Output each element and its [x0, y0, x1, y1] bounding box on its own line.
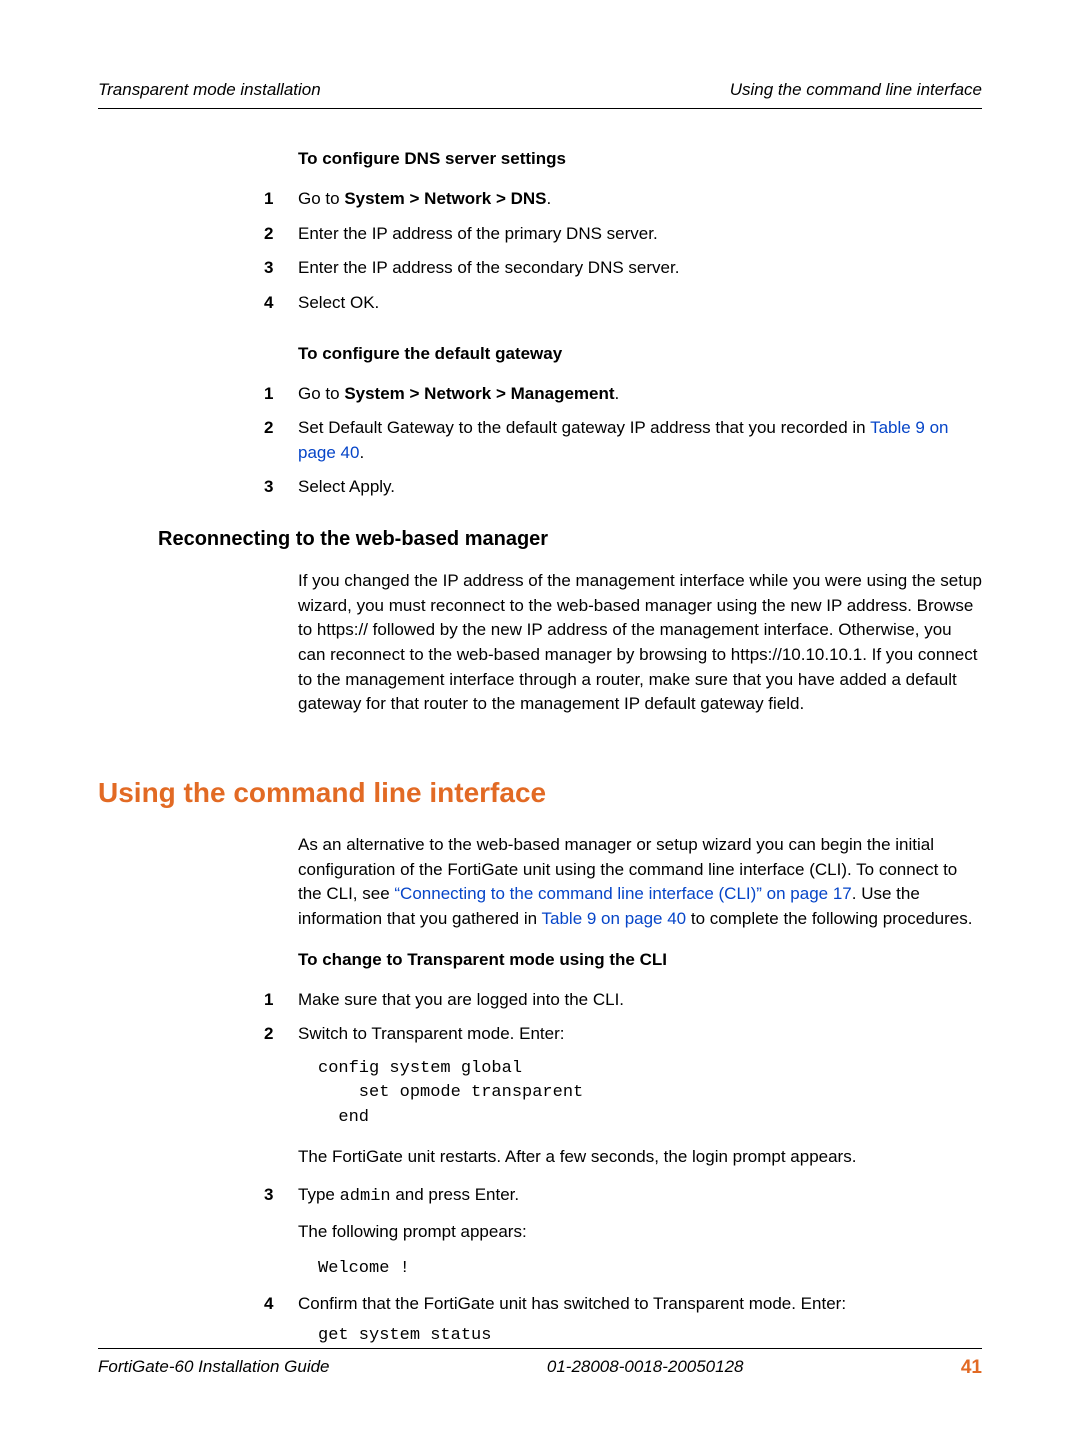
- step-number: 2: [264, 222, 298, 247]
- text-fragment: Go to: [298, 189, 344, 208]
- code-block: config system global set opmode transpar…: [318, 1057, 982, 1131]
- gateway-step-1: 1 Go to System > Network > Management.: [298, 382, 982, 407]
- page: Transparent mode installation Using the …: [0, 0, 1080, 1429]
- cli-step-1: 1 Make sure that you are logged into the…: [298, 988, 982, 1013]
- gateway-step-2: 2 Set Default Gateway to the default gat…: [298, 416, 982, 465]
- step-number: 3: [264, 256, 298, 281]
- text-fragment: to complete the following procedures.: [686, 909, 972, 928]
- step-text: Select OK.: [298, 291, 982, 316]
- step-number: 1: [264, 988, 298, 1013]
- dns-step-2: 2 Enter the IP address of the primary DN…: [298, 222, 982, 247]
- step-number: 1: [264, 382, 298, 407]
- cli-step-2: 2 Switch to Transparent mode. Enter:: [298, 1022, 982, 1047]
- step-text: Enter the IP address of the primary DNS …: [298, 222, 982, 247]
- cli-steps-4: 4 Confirm that the FortiGate unit has sw…: [298, 1292, 982, 1317]
- cli-step-4: 4 Confirm that the FortiGate unit has sw…: [298, 1292, 982, 1317]
- menu-path: System > Network > DNS: [344, 189, 546, 208]
- step-text: Go to System > Network > DNS.: [298, 187, 982, 212]
- reconnect-body: If you changed the IP address of the man…: [298, 569, 982, 717]
- cli-intro: As an alternative to the web-based manag…: [298, 833, 982, 932]
- cli-steps-3: 3 Type admin and press Enter.: [298, 1183, 982, 1210]
- text-fragment: .: [547, 189, 552, 208]
- gateway-steps: 1 Go to System > Network > Management. 2…: [298, 382, 982, 501]
- step-text: Enter the IP address of the secondary DN…: [298, 256, 982, 281]
- step-number: 3: [264, 1183, 298, 1210]
- cli-step-3: 3 Type admin and press Enter.: [298, 1183, 982, 1210]
- step-number: 3: [264, 475, 298, 500]
- gateway-heading: To configure the default gateway: [298, 344, 982, 364]
- step-text: Confirm that the FortiGate unit has swit…: [298, 1292, 982, 1317]
- cli-steps: 1 Make sure that you are logged into the…: [298, 988, 982, 1047]
- step-text: Go to System > Network > Management.: [298, 382, 982, 407]
- reconnect-heading: Reconnecting to the web-based manager: [158, 528, 982, 551]
- cli-restart-note: The FortiGate unit restarts. After a few…: [298, 1145, 982, 1170]
- step-number: 1: [264, 187, 298, 212]
- step-text: Set Default Gateway to the default gatew…: [298, 416, 982, 465]
- dns-step-4: 4 Select OK.: [298, 291, 982, 316]
- inline-code: admin: [340, 1187, 391, 1206]
- page-number: 41: [961, 1357, 982, 1379]
- cross-ref-link[interactable]: Table 9 on page 40: [542, 909, 687, 928]
- cli-change-heading: To change to Transparent mode using the …: [298, 950, 982, 970]
- footer-left: FortiGate-60 Installation Guide: [98, 1357, 330, 1379]
- dns-section: To configure DNS server settings 1 Go to…: [298, 149, 982, 500]
- step-text: Make sure that you are logged into the C…: [298, 988, 982, 1013]
- gateway-step-3: 3 Select Apply.: [298, 475, 982, 500]
- code-block: Welcome !: [318, 1259, 982, 1278]
- footer-center: 01-28008-0018-20050128: [547, 1357, 744, 1379]
- cli-prompt-note: The following prompt appears:: [298, 1220, 982, 1245]
- menu-path: System > Network > Management: [344, 384, 614, 403]
- running-head-left: Transparent mode installation: [98, 80, 321, 100]
- running-head: Transparent mode installation Using the …: [98, 80, 982, 109]
- step-number: 4: [264, 1292, 298, 1317]
- cli-body: As an alternative to the web-based manag…: [298, 833, 982, 1345]
- text-fragment: .: [359, 443, 364, 462]
- text-fragment: .: [615, 384, 620, 403]
- step-text: Switch to Transparent mode. Enter:: [298, 1022, 982, 1047]
- text-fragment: and press Enter.: [391, 1185, 520, 1204]
- code-block: get system status: [318, 1326, 982, 1345]
- running-head-right: Using the command line interface: [730, 80, 982, 100]
- text-fragment: Type: [298, 1185, 340, 1204]
- step-text: Type admin and press Enter.: [298, 1183, 982, 1210]
- dns-steps: 1 Go to System > Network > DNS. 2 Enter …: [298, 187, 982, 316]
- step-number: 4: [264, 291, 298, 316]
- cli-heading: Using the command line interface: [98, 777, 982, 809]
- text-fragment: Set Default Gateway to the default gatew…: [298, 418, 870, 437]
- cross-ref-link[interactable]: “Connecting to the command line interfac…: [394, 884, 851, 903]
- step-number: 2: [264, 1022, 298, 1047]
- reconnect-para: If you changed the IP address of the man…: [298, 569, 982, 717]
- page-footer: FortiGate-60 Installation Guide 01-28008…: [98, 1348, 982, 1379]
- dns-heading: To configure DNS server settings: [298, 149, 982, 169]
- step-text: Select Apply.: [298, 475, 982, 500]
- dns-step-1: 1 Go to System > Network > DNS.: [298, 187, 982, 212]
- text-fragment: Go to: [298, 384, 344, 403]
- step-number: 2: [264, 416, 298, 465]
- dns-step-3: 3 Enter the IP address of the secondary …: [298, 256, 982, 281]
